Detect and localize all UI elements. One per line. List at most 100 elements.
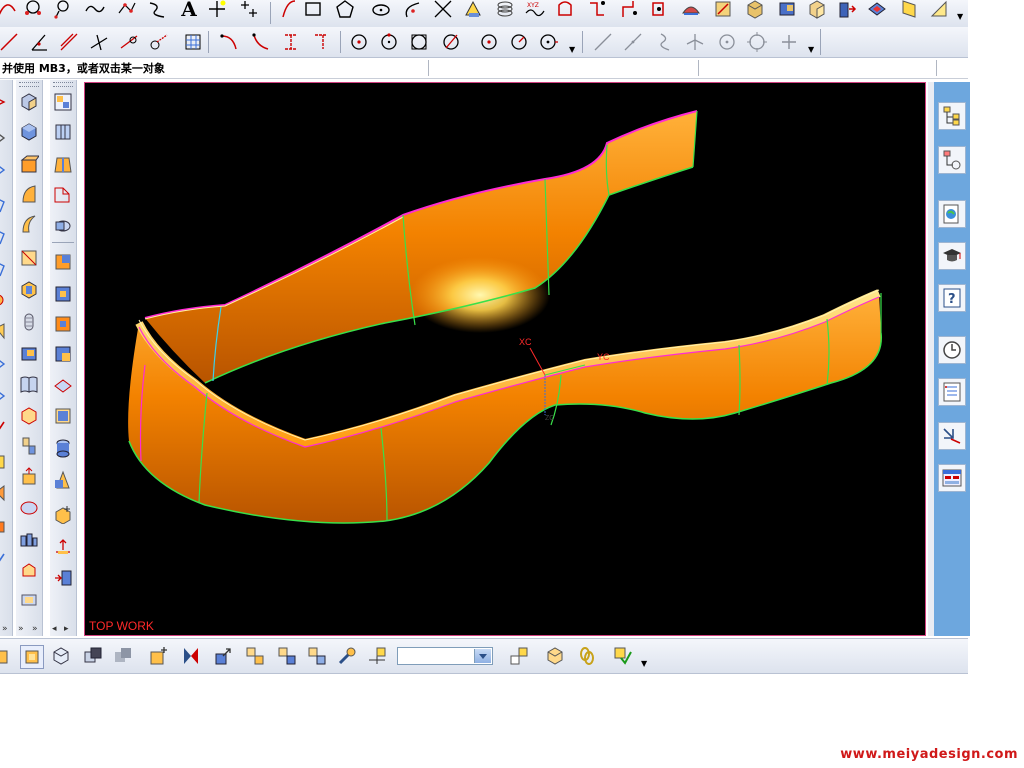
groove-icon[interactable] bbox=[19, 466, 39, 486]
surface-icon[interactable] bbox=[0, 354, 14, 374]
assembly-icon[interactable] bbox=[82, 645, 104, 667]
surface-icon[interactable] bbox=[0, 160, 14, 180]
toolbar-grip[interactable] bbox=[19, 82, 39, 87]
extrude-icon[interactable] bbox=[19, 154, 40, 174]
slot-icon[interactable] bbox=[19, 436, 39, 456]
surface-icon[interactable] bbox=[0, 226, 14, 246]
trim-body-icon[interactable] bbox=[53, 216, 73, 236]
points-icon[interactable] bbox=[238, 0, 260, 20]
cube-icon[interactable] bbox=[0, 645, 14, 667]
chevron-down-icon[interactable]: » bbox=[2, 624, 8, 634]
surface-icon[interactable] bbox=[0, 516, 14, 536]
fold-icon[interactable] bbox=[866, 0, 888, 20]
extract-body-icon[interactable] bbox=[53, 470, 73, 490]
surface-icon[interactable] bbox=[0, 322, 14, 342]
chevron-down-icon[interactable]: ▸ bbox=[64, 624, 69, 634]
process-studio-icon[interactable] bbox=[938, 422, 966, 450]
text-icon[interactable]: A bbox=[178, 0, 200, 21]
spline-icon[interactable] bbox=[22, 0, 44, 20]
point-icon[interactable] bbox=[206, 0, 228, 20]
mate-icon[interactable] bbox=[180, 645, 202, 667]
selection-filter-dropdown[interactable] bbox=[397, 647, 493, 665]
edge-blend-icon[interactable] bbox=[53, 92, 73, 112]
thicken-icon[interactable] bbox=[53, 406, 73, 426]
offset-face-icon[interactable] bbox=[53, 184, 73, 204]
circle-square-icon[interactable] bbox=[408, 31, 430, 53]
spring-icon[interactable] bbox=[494, 0, 516, 20]
pad-icon[interactable] bbox=[19, 406, 39, 426]
circle-point-icon[interactable] bbox=[378, 31, 400, 53]
web-browser-icon[interactable] bbox=[938, 200, 966, 228]
circle-center-icon[interactable] bbox=[348, 31, 370, 53]
book-icon[interactable] bbox=[19, 374, 39, 394]
sketch-icon[interactable] bbox=[928, 0, 950, 20]
grid-icon[interactable] bbox=[182, 31, 204, 53]
select-all-icon[interactable] bbox=[508, 645, 530, 667]
check-download-icon[interactable] bbox=[612, 645, 634, 667]
chevron-down-icon[interactable]: » bbox=[32, 624, 38, 634]
add-component-icon[interactable] bbox=[148, 645, 170, 667]
patch-icon[interactable] bbox=[53, 314, 73, 334]
surface-icon[interactable] bbox=[0, 550, 14, 570]
wrench-icon[interactable] bbox=[336, 645, 358, 667]
curve-icon[interactable] bbox=[52, 0, 74, 20]
perpendicular-line-icon[interactable] bbox=[88, 31, 110, 53]
plus-icon[interactable] bbox=[778, 31, 800, 53]
circle-dot-icon[interactable] bbox=[478, 31, 500, 53]
layer-cube-icon[interactable] bbox=[544, 645, 566, 667]
mirror-assembly-icon[interactable] bbox=[276, 645, 298, 667]
arc-line-icon[interactable] bbox=[148, 31, 170, 53]
chain-icon[interactable] bbox=[576, 645, 598, 667]
promote-icon[interactable] bbox=[53, 504, 73, 525]
sweep-icon[interactable] bbox=[806, 0, 828, 20]
array-icon[interactable] bbox=[244, 645, 266, 667]
surface-icon[interactable] bbox=[0, 194, 14, 214]
surface-icon[interactable] bbox=[0, 484, 14, 504]
point-set-icon[interactable] bbox=[116, 0, 138, 20]
surface-icon[interactable] bbox=[0, 290, 14, 310]
circle-plus-icon[interactable] bbox=[716, 31, 738, 53]
model-surface[interactable]: XC YC ZC bbox=[85, 83, 925, 635]
bezier-icon[interactable] bbox=[250, 31, 272, 53]
surface-icon[interactable] bbox=[0, 386, 14, 406]
move-face-icon[interactable] bbox=[53, 536, 73, 556]
surface-icon[interactable] bbox=[0, 128, 14, 148]
fold-icon[interactable] bbox=[898, 0, 920, 20]
hook-icon[interactable] bbox=[310, 31, 332, 53]
toolbar-grip[interactable] bbox=[53, 82, 73, 87]
rectangle-icon[interactable] bbox=[302, 0, 324, 20]
circle-slash-icon[interactable] bbox=[440, 31, 462, 53]
circle-arrow-icon[interactable] bbox=[538, 31, 560, 53]
surface-icon[interactable] bbox=[0, 258, 14, 278]
revolve-icon[interactable] bbox=[19, 184, 39, 204]
crosshair-icon[interactable] bbox=[746, 31, 768, 53]
bridge-icon[interactable] bbox=[586, 0, 608, 20]
cylinder-icon[interactable] bbox=[836, 0, 858, 20]
split-body-icon[interactable] bbox=[53, 252, 73, 272]
dropdown-icon[interactable]: ▼ bbox=[808, 45, 814, 54]
shell-icon[interactable] bbox=[19, 590, 39, 610]
chevron-down-icon[interactable]: » bbox=[18, 624, 24, 634]
line-segment-icon[interactable] bbox=[0, 31, 20, 53]
cylinder-icon[interactable] bbox=[53, 438, 73, 458]
chain-line-icon[interactable] bbox=[118, 31, 140, 53]
polygon-icon[interactable] bbox=[334, 0, 356, 20]
tangent-line-icon[interactable] bbox=[58, 31, 80, 53]
sweep-icon[interactable] bbox=[19, 214, 39, 234]
chevron-down-icon[interactable] bbox=[474, 649, 491, 663]
angle-line-icon[interactable] bbox=[28, 31, 50, 53]
sketch-icon[interactable] bbox=[712, 0, 734, 20]
wireframe-cube-icon[interactable] bbox=[50, 645, 72, 667]
thread-icon[interactable] bbox=[19, 498, 39, 518]
offset-icon[interactable] bbox=[554, 0, 576, 20]
line-icon[interactable] bbox=[278, 0, 300, 20]
snap-point-icon[interactable] bbox=[366, 645, 388, 667]
box-icon[interactable] bbox=[744, 0, 766, 20]
hole-icon[interactable] bbox=[19, 280, 39, 300]
scale-icon[interactable] bbox=[53, 344, 73, 364]
law-curve-icon[interactable]: XYZ bbox=[524, 0, 546, 20]
select-filter-icon[interactable] bbox=[20, 645, 44, 669]
helix-icon[interactable] bbox=[146, 0, 168, 20]
slash-line-icon[interactable] bbox=[622, 31, 644, 53]
intersect-curve-icon[interactable] bbox=[432, 0, 454, 20]
